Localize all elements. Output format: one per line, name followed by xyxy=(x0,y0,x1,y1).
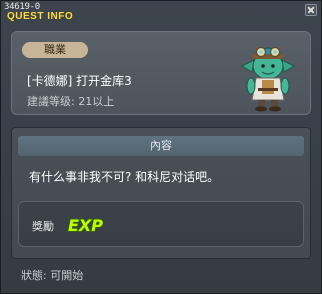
quest-info-window: 34619-0 QUEST INFO 職業 [卡德娜] 打开金库3 建議等级: … xyxy=(0,0,322,294)
recommended-level: 建議等级: 21以上 xyxy=(27,95,115,108)
job-badge: 職業 xyxy=(22,42,88,58)
quest-content-panel: 內容 有什么事非我不可? 和科尼对话吧。 獎勵 EXP xyxy=(11,127,311,259)
title-bar[interactable]: 34619-0 QUEST INFO xyxy=(1,1,321,25)
quest-name: [卡德娜] 打开金库3 xyxy=(27,74,132,88)
reward-label: 獎勵 xyxy=(32,220,54,233)
quest-header-panel: 職業 [卡德娜] 打开金库3 建議等级: 21以上 xyxy=(11,31,311,115)
close-icon[interactable] xyxy=(305,4,317,16)
quest-status: 狀態: 可開始 xyxy=(21,269,84,282)
exp-icon[interactable]: EXP xyxy=(67,211,103,237)
quest-description: 有什么事非我不可? 和科尼对话吧。 xyxy=(29,170,220,184)
svg-text:EXP: EXP xyxy=(68,216,103,235)
window-title: QUEST INFO xyxy=(7,11,74,22)
content-header: 內容 xyxy=(18,136,304,156)
reward-box: 獎勵 EXP xyxy=(18,201,304,247)
npc-portrait xyxy=(240,46,296,112)
